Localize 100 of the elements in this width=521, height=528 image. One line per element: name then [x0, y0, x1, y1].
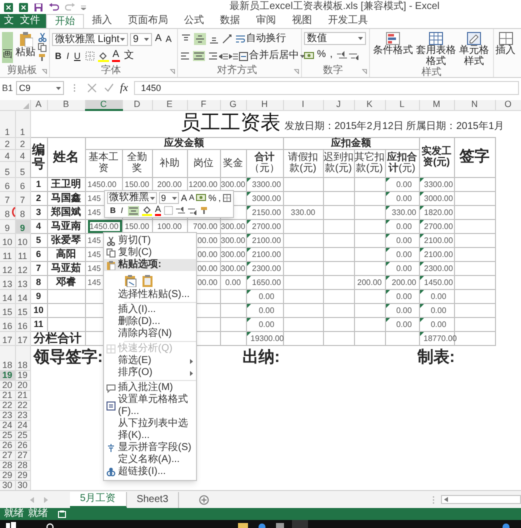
add-sheet-icon[interactable] — [199, 494, 210, 504]
row-header[interactable]: 25 — [0, 430, 15, 440]
row-header[interactable]: 6 — [0, 177, 15, 191]
row-header[interactable]: 29 — [0, 470, 15, 480]
row-header[interactable]: 21 — [0, 390, 15, 400]
ribbon-tab[interactable]: 审阅 — [248, 14, 284, 28]
font-size-field[interactable]: 9 — [159, 192, 179, 204]
font-color-button[interactable]: A — [155, 205, 162, 216]
row-header[interactable]: 9 — [0, 219, 15, 233]
column-header[interactable]: J — [323, 100, 354, 110]
ribbon-tab[interactable]: 视图 — [284, 14, 320, 28]
dialog-launcher-icon[interactable] — [362, 68, 367, 74]
comma-button[interactable]: , — [218, 193, 221, 203]
macro-record-icon[interactable] — [58, 510, 66, 518]
row-header[interactable]: 26 — [0, 440, 15, 450]
bold-button[interactable]: B — [110, 206, 116, 216]
row-header[interactable]: 18 — [15, 345, 30, 370]
row-header[interactable]: 27 — [0, 450, 15, 460]
error-flag-icon[interactable] — [420, 304, 424, 308]
menu-item[interactable]: 筛选(E) — [104, 355, 196, 367]
error-flag-icon[interactable] — [246, 192, 250, 196]
menu-item[interactable]: 删除(D)... — [104, 316, 196, 328]
error-flag-icon[interactable] — [246, 262, 250, 266]
row-header[interactable]: 22 — [0, 400, 15, 410]
error-flag-icon[interactable] — [420, 192, 424, 196]
drag-handle-icon[interactable] — [73, 83, 76, 93]
column-header[interactable]: A — [30, 100, 47, 110]
row-header[interactable]: 7 — [0, 191, 15, 205]
indent-icon[interactable] — [229, 52, 238, 60]
merge-center-button[interactable]: 合并后居中 — [239, 50, 305, 62]
row-header[interactable]: 23 — [0, 410, 15, 420]
row-header[interactable]: 28 — [0, 460, 15, 470]
search-icon[interactable] — [46, 522, 54, 528]
name-box[interactable]: C9 — [16, 81, 64, 95]
conditional-format-button[interactable]: 条件格式 — [372, 32, 414, 56]
error-flag-icon[interactable] — [246, 276, 250, 280]
error-flag-icon[interactable] — [246, 332, 250, 336]
customize-icon[interactable] — [81, 4, 86, 10]
column-header[interactable]: D — [122, 100, 152, 110]
error-flag-icon[interactable] — [246, 206, 250, 210]
error-flag-icon[interactable] — [386, 276, 390, 280]
error-flag-icon[interactable] — [420, 276, 424, 280]
horizontal-align-button[interactable] — [206, 51, 218, 61]
copy-icon[interactable] — [38, 43, 47, 52]
underline-button[interactable]: U — [73, 50, 82, 62]
file-tab[interactable]: 文件 — [20, 15, 40, 27]
dialog-launcher-icon[interactable] — [170, 68, 175, 74]
row-header[interactable]: 16 — [0, 317, 15, 331]
dialog-launcher-icon[interactable] — [42, 68, 47, 74]
paste-icon[interactable] — [141, 274, 154, 286]
column-header[interactable]: C — [85, 100, 122, 110]
indent-icon[interactable] — [219, 52, 228, 60]
column-header[interactable]: B — [47, 100, 85, 110]
error-flag-icon[interactable] — [386, 220, 390, 224]
error-flag-icon[interactable] — [246, 290, 250, 294]
column-header[interactable]: I — [283, 100, 323, 110]
row-header[interactable]: 12 — [0, 261, 15, 275]
error-flag-icon[interactable] — [386, 318, 390, 322]
row-header[interactable]: 15 — [0, 303, 15, 317]
error-flag-icon[interactable] — [246, 234, 250, 238]
paste-button[interactable]: 粘贴 — [15, 32, 36, 63]
start-icon[interactable] — [6, 522, 16, 528]
percent-button[interactable]: % — [208, 193, 216, 203]
row-header[interactable]: 24 — [0, 420, 15, 430]
decrease-decimal-icon[interactable] — [188, 206, 198, 214]
shrink-font-button[interactable]: A — [189, 193, 194, 203]
menu-item[interactable]: 插入(I)... — [104, 304, 196, 316]
browser-icon[interactable] — [258, 522, 266, 528]
percent-button[interactable]: % — [317, 49, 326, 61]
grow-font-button[interactable]: A — [154, 33, 163, 45]
currency-icon[interactable] — [304, 50, 315, 60]
error-flag-icon[interactable] — [386, 304, 390, 308]
horizontal-scrollbar[interactable] — [441, 495, 521, 504]
error-flag-icon[interactable] — [386, 248, 390, 252]
error-flag-icon[interactable] — [420, 220, 424, 224]
menu-item[interactable]: 排序(O) — [104, 367, 196, 379]
row-header[interactable]: 4 — [0, 149, 15, 161]
save-icon[interactable] — [34, 2, 43, 12]
vertical-align-button[interactable] — [194, 33, 206, 45]
column-header[interactable]: O — [495, 100, 521, 110]
row-header[interactable]: 1 — [15, 110, 30, 137]
font-name-field[interactable]: 微软雅黑 Light — [52, 32, 128, 46]
column-header[interactable]: G — [220, 100, 246, 110]
menu-item[interactable]: 插入批注(M) — [104, 382, 196, 394]
scissors-icon[interactable] — [38, 33, 47, 42]
fill-color-icon[interactable] — [98, 50, 109, 62]
bold-button[interactable]: B — [54, 50, 62, 62]
column-header[interactable]: E — [152, 100, 187, 110]
ribbon-tab[interactable]: 数据 — [212, 14, 248, 28]
menu-item[interactable]: 定义名称(A)... — [104, 454, 196, 466]
row-header[interactable]: 17 — [0, 331, 15, 345]
text-orientation-icon[interactable] — [222, 34, 234, 44]
menu-item[interactable]: 清除内容(N) — [104, 328, 196, 340]
error-flag-icon[interactable] — [246, 248, 250, 252]
error-flag-icon[interactable] — [420, 318, 424, 322]
column-header[interactable]: M — [419, 100, 454, 110]
insert-function-button[interactable]: fx — [117, 82, 131, 94]
row-header[interactable]: 5 — [0, 161, 15, 177]
shrink-font-button[interactable]: A — [164, 33, 173, 45]
paste-keep-format-icon[interactable] — [124, 274, 137, 286]
